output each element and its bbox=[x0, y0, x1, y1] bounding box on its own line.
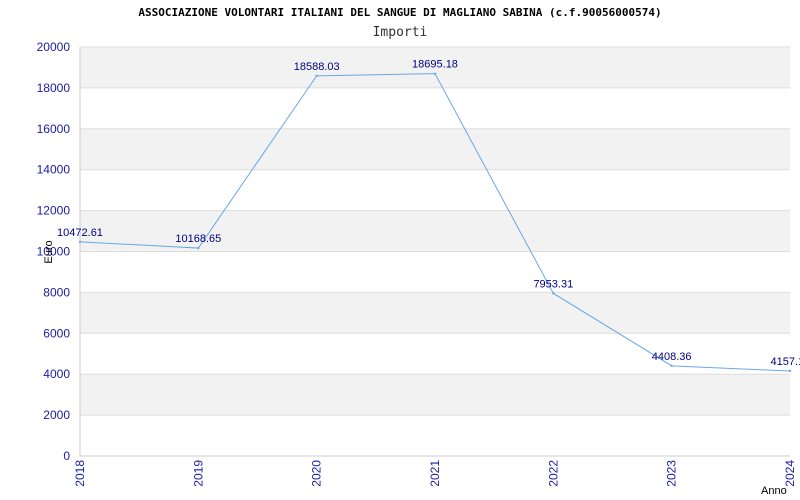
x-tick-label: 2022 bbox=[546, 460, 560, 487]
y-tick-label: 8000 bbox=[43, 285, 70, 299]
y-tick-label: 2000 bbox=[43, 408, 70, 422]
y-axis-label: Euro bbox=[43, 240, 55, 263]
x-tick-label: 2024 bbox=[783, 460, 797, 487]
y-tick-label: 4000 bbox=[43, 367, 70, 381]
y-tick-label: 14000 bbox=[37, 163, 71, 177]
data-label: 4157.11 bbox=[771, 356, 800, 368]
data-label: 7953.31 bbox=[533, 278, 573, 290]
grid-band bbox=[80, 374, 790, 416]
x-tick-label: 2020 bbox=[310, 460, 324, 487]
y-tick-label: 0 bbox=[63, 449, 70, 463]
line-chart: 0200040006000800010000120001400016000180… bbox=[37, 40, 800, 497]
data-label: 4408.36 bbox=[652, 351, 692, 363]
y-tick-label: 20000 bbox=[37, 40, 71, 54]
data-label: 10472.61 bbox=[57, 227, 103, 239]
x-tick-labels: 2018 2019 2020 2021 2022 2023 2024 bbox=[73, 460, 797, 487]
data-label: 18695.18 bbox=[412, 59, 458, 71]
y-tick-label: 6000 bbox=[43, 326, 70, 340]
data-point bbox=[197, 246, 200, 250]
y-tick-label: 16000 bbox=[37, 122, 71, 136]
x-tick-label: 2023 bbox=[665, 460, 679, 487]
data-point bbox=[315, 74, 318, 78]
x-tick-label: 2018 bbox=[73, 460, 87, 487]
y-tick-label: 12000 bbox=[37, 204, 71, 218]
data-point bbox=[788, 369, 792, 373]
y-tick-label: 18000 bbox=[37, 81, 71, 95]
data-point bbox=[670, 364, 673, 368]
x-axis-label: Anno bbox=[761, 485, 787, 497]
data-point bbox=[78, 240, 82, 244]
data-point bbox=[552, 292, 555, 295]
grid-band bbox=[80, 292, 790, 334]
x-tick-label: 2021 bbox=[428, 460, 442, 487]
data-label: 10168.65 bbox=[175, 233, 221, 245]
data-point bbox=[433, 72, 437, 75]
x-tick-label: 2019 bbox=[191, 460, 205, 487]
grid-band bbox=[80, 128, 790, 170]
grid-band bbox=[80, 210, 790, 252]
data-label: 18588.03 bbox=[294, 61, 340, 73]
